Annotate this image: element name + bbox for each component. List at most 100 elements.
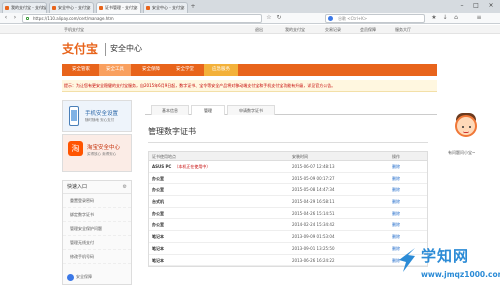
nav-item-emergency[interactable]: 应急服务: [204, 64, 238, 76]
tab-basic-info[interactable]: 基本信息: [151, 105, 189, 115]
tab-manage[interactable]: 管理: [191, 105, 225, 115]
alipay-logo[interactable]: 支付宝: [62, 42, 98, 56]
install-time: 2013-09-09 01:53:04: [292, 234, 335, 240]
forward-icon[interactable]: ›: [11, 14, 19, 22]
table-row: 办公室 2015-05-09 00:17:27 删除: [149, 173, 427, 185]
transactions-link[interactable]: 交易记录: [325, 25, 341, 34]
helper-label[interactable]: 有问题问小宝~: [448, 150, 475, 156]
helper-eye: [469, 126, 471, 128]
new-tab-button[interactable]: +: [189, 3, 197, 11]
table-header: 证书使用地点 安装时间 操作: [149, 152, 427, 161]
install-time: 2015-05-08 14:47:34: [292, 187, 335, 193]
menu-icon[interactable]: ≡: [475, 14, 483, 22]
bookmark-icon[interactable]: ★: [430, 14, 438, 22]
table-row: ASUS PC （本机正在使用中） 2015-06-07 12:48:13 删除: [149, 161, 427, 173]
window-close-icon[interactable]: ×: [484, 1, 498, 10]
main-nav: 安全管家 安全工具 安全保障 安全学堂 应急服务: [62, 64, 437, 76]
quick-entry-item[interactable]: 管理安全保护问题: [63, 222, 131, 236]
alipay-favicon-icon: [146, 6, 150, 10]
device-name: 办公室: [152, 222, 164, 228]
cert-location: 笔记本: [152, 243, 164, 255]
install-time: 2015-04-29 16:58:11: [292, 199, 335, 205]
device-name: 办公室: [152, 210, 164, 216]
search-engine-icon: [328, 16, 333, 21]
quick-entry-item[interactable]: 绑定数字证书: [63, 208, 131, 222]
star-icon[interactable]: ☆: [265, 14, 273, 22]
delete-link[interactable]: 删除: [392, 231, 400, 243]
alipay-favicon-icon: [52, 6, 56, 10]
table-row: 笔记本 2013-06-26 16:24:22 删除: [149, 255, 427, 267]
cert-location: 办公室: [152, 219, 164, 231]
logout-link[interactable]: 退出: [255, 25, 263, 34]
device-name: 办公室: [152, 187, 164, 193]
cert-location: 台式机: [152, 196, 164, 208]
tab-label: 证书管理 - 支付宝: [105, 5, 137, 10]
delete-link[interactable]: 删除: [392, 161, 400, 173]
browser-tab-bar: 我的支付宝 - 支付宝 × 安全中心 - 支付宝 × 证书管理 - 支付宝 × 安全中…: [0, 0, 500, 13]
cert-location: 办公室: [152, 173, 164, 185]
device-name: 笔记本: [152, 257, 164, 263]
close-icon[interactable]: ×: [41, 3, 44, 13]
watermark-arrow-icon: [399, 248, 415, 272]
delete-link[interactable]: 删除: [392, 173, 400, 185]
delete-link[interactable]: 删除: [392, 219, 400, 231]
cert-location: 办公室: [152, 208, 164, 220]
taobao-security-promo[interactable]: 淘 淘宝安全中心 买得放心 卖得安心: [62, 134, 132, 172]
close-icon[interactable]: ×: [135, 3, 138, 13]
browser-tab[interactable]: 我的支付宝 - 支付宝 ×: [2, 2, 47, 13]
alipay-favicon-icon: [99, 6, 103, 10]
browser-tab-active[interactable]: 证书管理 - 支付宝 ×: [96, 2, 141, 13]
install-time: 2015-06-07 12:48:13: [292, 164, 335, 169]
subtab-bar: 基本信息 管理 申请数字证书: [145, 105, 437, 115]
nav-item-security-manager[interactable]: 安全管家: [66, 64, 96, 76]
mobile-security-promo[interactable]: 手机安全设置 随时随地 安心支付: [62, 100, 132, 132]
reload-icon[interactable]: ↻: [275, 14, 283, 22]
search-input[interactable]: 谷歌 <Ctrl+K>: [325, 14, 425, 23]
current-device-tag: （本机正在使用中）: [174, 164, 211, 169]
home-icon[interactable]: ⌂: [452, 14, 460, 22]
download-icon[interactable]: ↓: [441, 14, 449, 22]
security-footer[interactable]: 安全保障: [67, 273, 92, 281]
device-name: 台式机: [152, 199, 164, 205]
promo-title: 淘宝安全中心: [87, 145, 121, 151]
column-header-action: 操作: [392, 154, 400, 159]
my-alipay-link[interactable]: 我的支付宝: [285, 25, 305, 34]
browser-tab[interactable]: 安全中心 - 支付宝 ×: [143, 2, 188, 13]
quick-entry-item[interactable]: 修改手机号码: [63, 250, 131, 264]
nav-item-security-tools[interactable]: 安全工具: [99, 64, 131, 76]
minimize-icon[interactable]: –: [455, 1, 469, 10]
service-link[interactable]: 服务大厅: [395, 25, 411, 34]
watermark: 学知网 www.jmqz1000.com: [395, 244, 500, 292]
helper-avatar-icon[interactable]: [455, 115, 477, 137]
delete-link[interactable]: 删除: [392, 196, 400, 208]
member-link[interactable]: 会员保障: [360, 25, 376, 34]
certificate-table: 证书使用地点 安装时间 操作 ASUS PC （本机正在使用中） 2015-06-0…: [148, 151, 428, 268]
delete-link[interactable]: 删除: [392, 208, 400, 220]
watermark-url: www.jmqz1000.com: [421, 270, 500, 279]
maximize-icon[interactable]: □: [469, 1, 483, 10]
nav-item-security-school[interactable]: 安全学堂: [170, 64, 200, 76]
tab-apply-certificate[interactable]: 申请数字证书: [227, 105, 275, 115]
taobao-icon: 淘: [68, 141, 83, 156]
mobile-alipay-link[interactable]: 手机支付宝: [64, 25, 84, 34]
back-icon[interactable]: ‹: [2, 14, 10, 22]
install-time: 2014-02-24 15:34:42: [292, 222, 335, 228]
table-row: 办公室 2015-05-08 14:47:34 删除: [149, 184, 427, 197]
page-section-title: 安全中心: [110, 44, 142, 53]
address-bar[interactable]: https://110.alipay.com/cert/manage.htm: [22, 14, 262, 23]
close-icon[interactable]: ×: [182, 3, 185, 13]
cert-location: 笔记本: [152, 255, 164, 267]
column-header-location: 证书使用地点: [152, 154, 176, 159]
browser-tab[interactable]: 安全中心 - 支付宝 ×: [49, 2, 94, 13]
gear-icon[interactable]: ⚙: [123, 181, 127, 194]
quick-entry-item[interactable]: 管理无线支付: [63, 236, 131, 250]
quick-entry-title: 快速入口: [67, 184, 88, 190]
install-time: 2013-06-26 16:24:22: [292, 257, 335, 263]
quick-entry-item[interactable]: 重置登录密码: [63, 194, 131, 208]
nav-item-security-guarantee[interactable]: 安全保障: [136, 64, 166, 76]
phone-icon: [69, 106, 79, 126]
close-icon[interactable]: ×: [88, 3, 91, 13]
delete-link[interactable]: 删除: [392, 184, 400, 196]
table-row: 办公室 2014-02-24 15:34:42 删除: [149, 219, 427, 232]
shield-icon: [67, 273, 74, 281]
